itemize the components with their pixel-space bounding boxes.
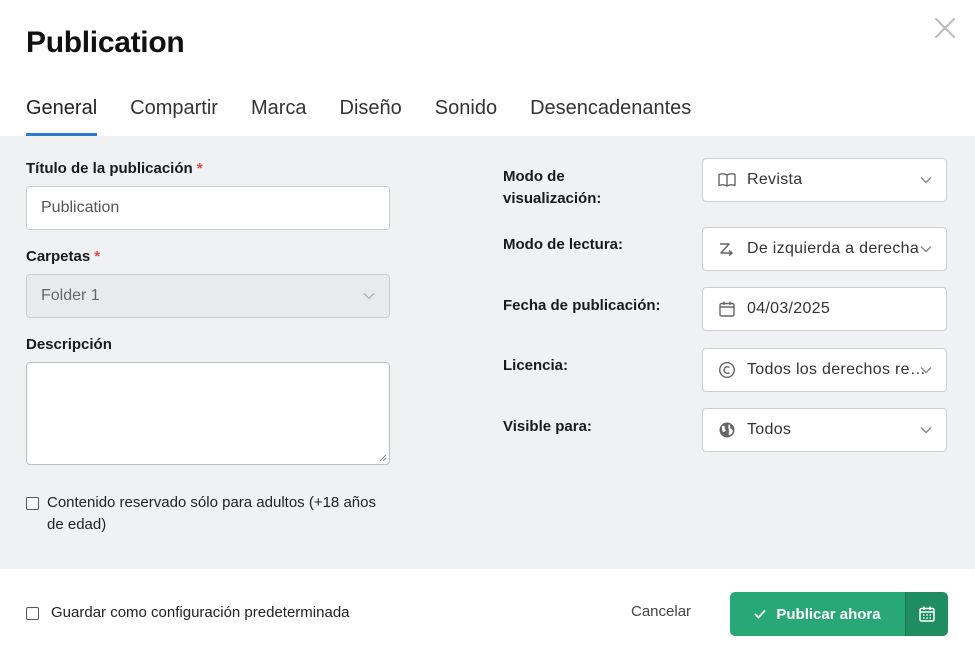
globe-icon <box>717 420 737 440</box>
cancel-button[interactable]: Cancelar <box>631 603 691 620</box>
folders-select: Folder 1 <box>26 274 390 318</box>
license-value: Todos los derechos reservados <box>747 361 932 378</box>
title-field-label: Título de la publicación * <box>26 160 203 177</box>
resize-grip-icon[interactable] <box>379 454 387 462</box>
calendar-icon <box>919 606 935 622</box>
title-input[interactable]: Publication <box>26 186 390 230</box>
view-mode-value: Revista <box>747 171 803 188</box>
save-default-label: Guardar como configuración predeterminad… <box>51 604 350 621</box>
visible-for-select[interactable]: Todos <box>702 408 947 452</box>
description-textarea[interactable] <box>26 362 390 465</box>
tab-bar: General Compartir Marca Diseño Sonido De… <box>26 94 724 136</box>
book-icon <box>717 170 737 190</box>
tab-sonido[interactable]: Sonido <box>435 94 497 136</box>
chevron-down-icon <box>920 176 932 184</box>
tab-compartir[interactable]: Compartir <box>130 94 218 136</box>
chevron-down-icon <box>920 366 932 374</box>
required-marker: * <box>94 248 101 265</box>
dialog-title: Publication <box>26 26 185 59</box>
publish-date-input[interactable]: 04/03/2025 <box>702 287 947 331</box>
publish-now-label: Publicar ahora <box>776 605 881 623</box>
calendar-icon <box>717 299 737 319</box>
visible-for-label: Visible para: <box>503 418 592 435</box>
tab-marca[interactable]: Marca <box>251 94 307 136</box>
reading-mode-select[interactable]: De izquierda a derecha <box>702 227 947 271</box>
required-marker: * <box>196 160 203 177</box>
license-select[interactable]: Todos los derechos reservados <box>702 348 947 392</box>
copyright-icon <box>717 360 737 380</box>
reading-direction-icon <box>717 239 737 259</box>
visible-for-value: Todos <box>747 421 792 438</box>
chevron-down-icon <box>363 292 375 300</box>
view-mode-select[interactable]: Revista <box>702 158 947 202</box>
save-default-checkbox[interactable] <box>26 607 39 620</box>
tab-general[interactable]: General <box>26 94 98 136</box>
adult-content-label: Contenido reservado sólo para adultos (+… <box>47 494 376 533</box>
tab-diseno[interactable]: Diseño <box>340 94 402 136</box>
folders-select-value: Folder 1 <box>41 287 100 304</box>
close-icon[interactable] <box>930 13 960 43</box>
publish-button-group: Publicar ahora <box>730 592 948 636</box>
reading-mode-label: Modo de lectura: <box>503 236 624 253</box>
folders-field-label: Carpetas * <box>26 248 101 265</box>
description-field-label: Descripción <box>26 336 112 353</box>
view-mode-label: Modo de visualización: <box>503 168 602 207</box>
publish-date-label: Fecha de publicación: <box>503 297 661 314</box>
chevron-down-icon <box>920 245 932 253</box>
check-icon <box>754 609 767 619</box>
tab-desencadenantes[interactable]: Desencadenantes <box>530 94 691 136</box>
schedule-publish-button[interactable] <box>905 592 948 636</box>
adult-content-checkbox[interactable] <box>26 497 39 510</box>
license-label: Licencia: <box>503 357 569 374</box>
publish-date-value: 04/03/2025 <box>747 300 831 317</box>
chevron-down-icon <box>920 426 932 434</box>
reading-mode-value: De izquierda a derecha <box>747 240 920 257</box>
publish-now-button[interactable]: Publicar ahora <box>730 592 905 636</box>
